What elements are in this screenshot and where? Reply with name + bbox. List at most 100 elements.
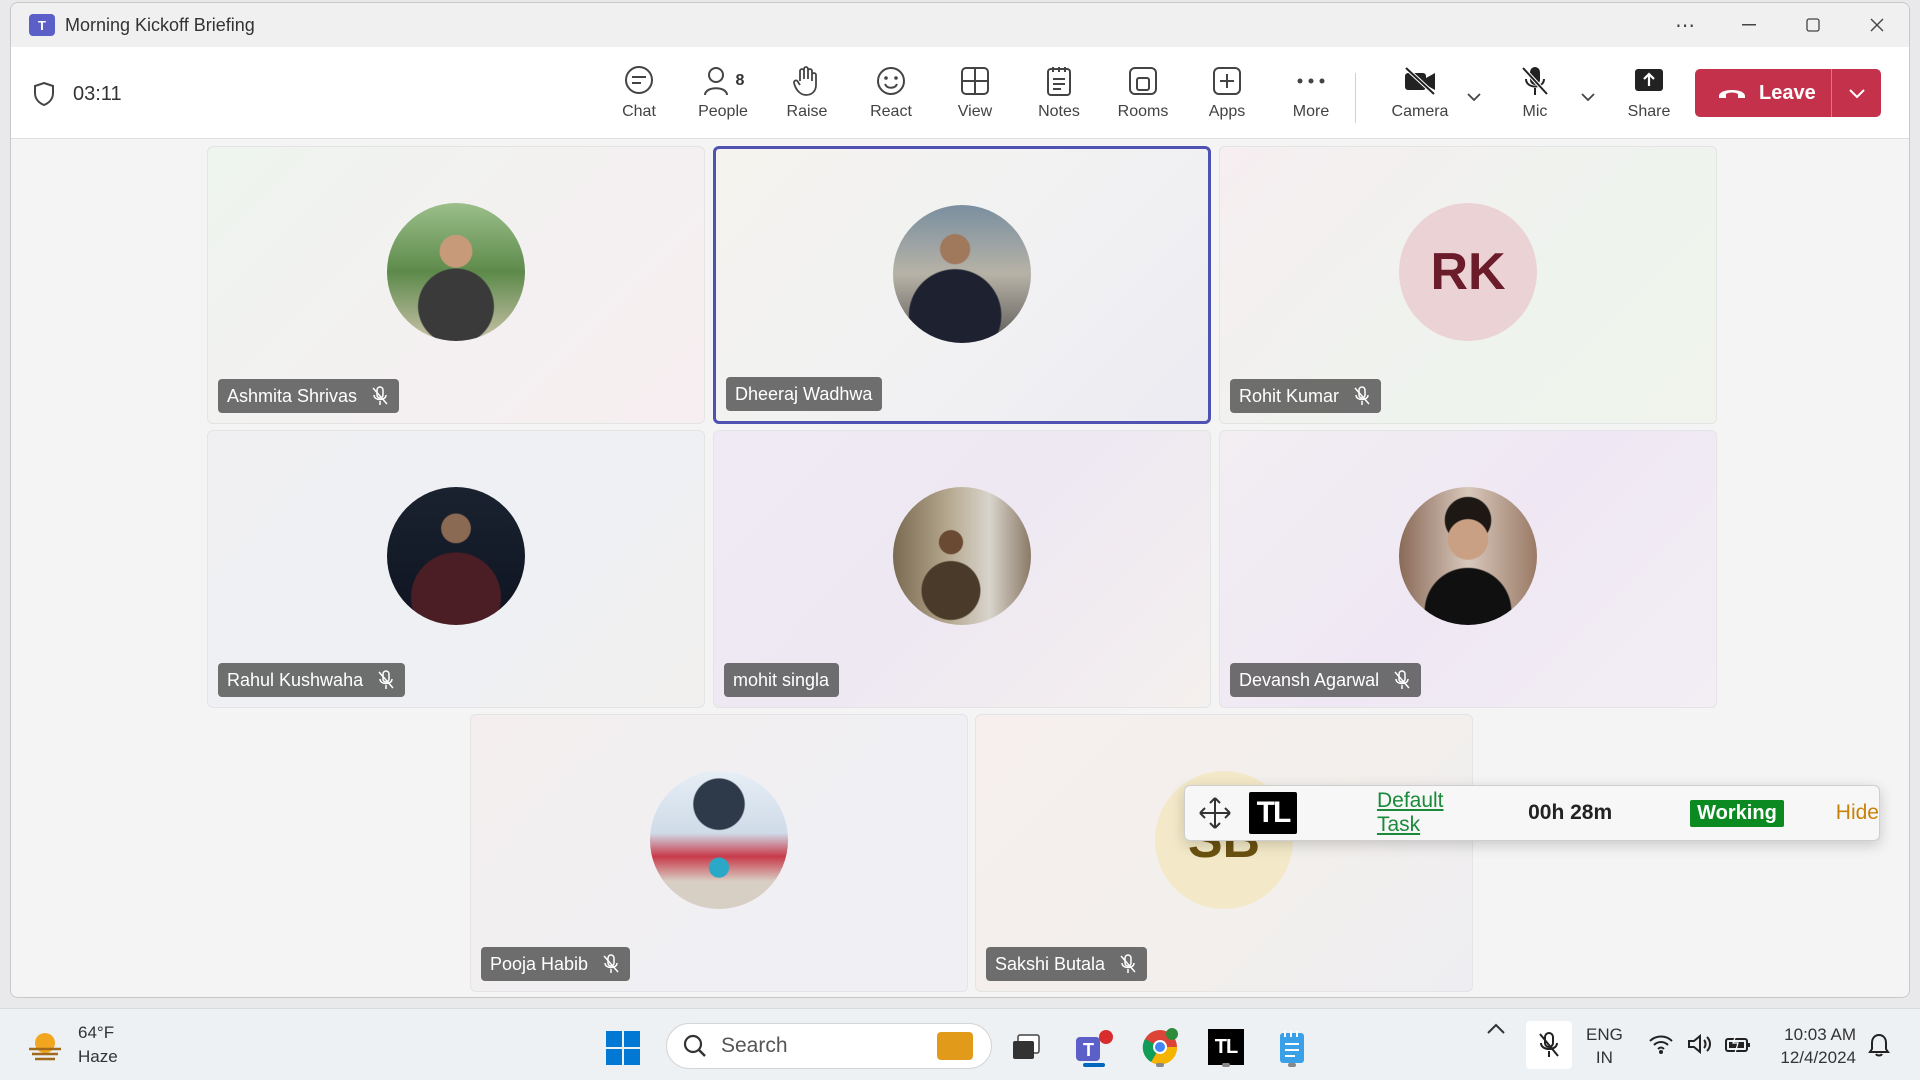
mic-options-chevron-icon[interactable]: [1576, 85, 1600, 109]
mic-muted-tray-icon[interactable]: [1526, 1021, 1572, 1069]
participant-tile[interactable]: Pooja Habib: [470, 714, 968, 992]
tl-taskbar-icon[interactable]: TL: [1204, 1025, 1248, 1069]
leave-label: Leave: [1759, 81, 1816, 104]
participant-photo: [387, 203, 525, 341]
language-code: ENG: [1586, 1025, 1623, 1044]
clock-time: 10:03 AM: [1784, 1025, 1856, 1044]
participant-photo: [650, 771, 788, 909]
close-button[interactable]: [1845, 3, 1909, 47]
react-label: React: [870, 103, 912, 120]
grid-view-icon: [960, 63, 990, 99]
rooms-button[interactable]: Rooms: [1101, 63, 1185, 127]
task-view-icon[interactable]: [1004, 1025, 1048, 1069]
participant-initials-avatar: RK: [1399, 203, 1537, 341]
share-button[interactable]: Share: [1607, 63, 1691, 127]
camera-button[interactable]: Camera: [1378, 63, 1462, 127]
hang-up-icon: [1719, 90, 1745, 98]
participant-nametag: Pooja Habib: [481, 947, 631, 981]
participant-nametag: Sakshi Butala: [986, 947, 1148, 981]
shield-icon: [34, 81, 54, 107]
participant-tile[interactable]: SB Sakshi Butala: [975, 714, 1473, 992]
speaker-icon: [1688, 1033, 1711, 1055]
status-badge: Working: [1690, 799, 1784, 827]
participant-nametag: Rahul Kushwaha: [218, 663, 406, 697]
wifi-icon: [1649, 1035, 1673, 1054]
participant-nametag: Rohit Kumar: [1230, 379, 1382, 413]
maximize-button[interactable]: [1781, 3, 1845, 47]
chat-icon: [623, 63, 655, 99]
notes-button[interactable]: Notes: [1017, 63, 1101, 127]
briefcase-icon: [937, 1032, 973, 1060]
active-app-indicator: [1083, 1063, 1105, 1067]
react-button[interactable]: React: [849, 63, 933, 127]
apps-button[interactable]: Apps: [1185, 63, 1269, 127]
windows-start-icon[interactable]: [606, 1031, 640, 1070]
input-language-indicator[interactable]: ENG IN: [1586, 1023, 1623, 1069]
participant-nametag: Devansh Agarwal: [1230, 663, 1422, 697]
tl-app-label: TL: [1208, 1029, 1244, 1065]
meeting-toolbar: 03:11 Chat 8 People Raise React View Not…: [11, 47, 1909, 139]
participant-photo: [893, 205, 1031, 343]
leave-options-chevron-icon[interactable]: [1832, 88, 1881, 99]
leave-main-button[interactable]: Leave: [1695, 69, 1831, 117]
sun-haze-icon: [29, 1033, 61, 1061]
mic-muted-icon: [377, 670, 395, 690]
mic-label: Mic: [1522, 103, 1548, 120]
show-hidden-icons-chevron-icon[interactable]: [1486, 1023, 1506, 1035]
teams-meeting-window: T Morning Kickoff Briefing ⋯ 03:11 Chat: [10, 2, 1910, 998]
apps-label: Apps: [1208, 103, 1246, 120]
notes-label: Notes: [1038, 103, 1080, 120]
notes-icon: [1045, 63, 1073, 99]
people-icon: 8: [702, 63, 745, 99]
view-label: View: [957, 103, 993, 120]
participant-tile[interactable]: Devansh Agarwal: [1219, 430, 1717, 708]
tracked-time: 00h 28m: [1528, 801, 1613, 824]
participant-tile[interactable]: Rahul Kushwaha: [207, 430, 705, 708]
battery-icon: [1725, 1034, 1750, 1054]
mic-muted-icon: [371, 386, 389, 406]
participant-tile[interactable]: RK Rohit Kumar: [1219, 146, 1717, 424]
people-count: 8: [735, 72, 745, 89]
mic-muted-icon: [1119, 954, 1137, 974]
minimize-button[interactable]: [1717, 3, 1781, 47]
notification-icon[interactable]: [1868, 1033, 1890, 1057]
smiley-icon: [875, 63, 907, 99]
system-clock[interactable]: 10:03 AM 12/4/2024: [1768, 1023, 1856, 1069]
window-title: Morning Kickoff Briefing: [65, 14, 255, 35]
participant-tile-active-speaker[interactable]: Dheeraj Wadhwa: [713, 146, 1211, 424]
participant-photo: [893, 487, 1031, 625]
notepad-icon[interactable]: [1270, 1025, 1314, 1069]
running-app-indicator: [1222, 1063, 1230, 1067]
participant-tile[interactable]: Ashmita Shrivas: [207, 146, 705, 424]
taskbar-search-box[interactable]: Search: [666, 1023, 992, 1069]
leave-button[interactable]: Leave: [1695, 69, 1881, 117]
time-tracker-widget: TL Default Task 00h 28m Working Hide: [1184, 785, 1880, 841]
chrome-icon[interactable]: [1138, 1025, 1182, 1069]
teams-taskbar-icon[interactable]: T: [1072, 1025, 1116, 1069]
mic-off-icon: [1520, 63, 1550, 99]
running-app-indicator: [1156, 1063, 1164, 1067]
weather-widget[interactable]: 64°F Haze: [26, 1021, 118, 1069]
svg-text:T: T: [1083, 1040, 1094, 1060]
camera-label: Camera: [1391, 103, 1449, 120]
share-screen-icon: [1633, 63, 1665, 99]
hide-button[interactable]: Hide: [1836, 801, 1879, 825]
mic-button[interactable]: Mic: [1493, 63, 1577, 127]
participant-tile[interactable]: mohit singla: [713, 430, 1211, 708]
task-link[interactable]: Default Task: [1377, 789, 1492, 837]
chat-button[interactable]: Chat: [597, 63, 681, 127]
weather-desc: Haze: [78, 1047, 118, 1066]
rooms-label: Rooms: [1117, 103, 1169, 120]
more-options-icon[interactable]: ⋯: [1653, 3, 1717, 47]
view-button[interactable]: View: [933, 63, 1017, 127]
more-button[interactable]: More: [1269, 63, 1353, 127]
camera-off-icon: [1403, 63, 1437, 99]
camera-options-chevron-icon[interactable]: [1462, 85, 1486, 109]
more-dots-icon: [1296, 63, 1326, 99]
raise-hand-button[interactable]: Raise: [765, 63, 849, 127]
system-tray-icons[interactable]: [1648, 1033, 1752, 1055]
people-button[interactable]: 8 People: [681, 63, 765, 127]
raise-label: Raise: [786, 103, 828, 120]
hand-icon: [792, 63, 822, 99]
move-arrows-icon[interactable]: [1197, 795, 1233, 831]
